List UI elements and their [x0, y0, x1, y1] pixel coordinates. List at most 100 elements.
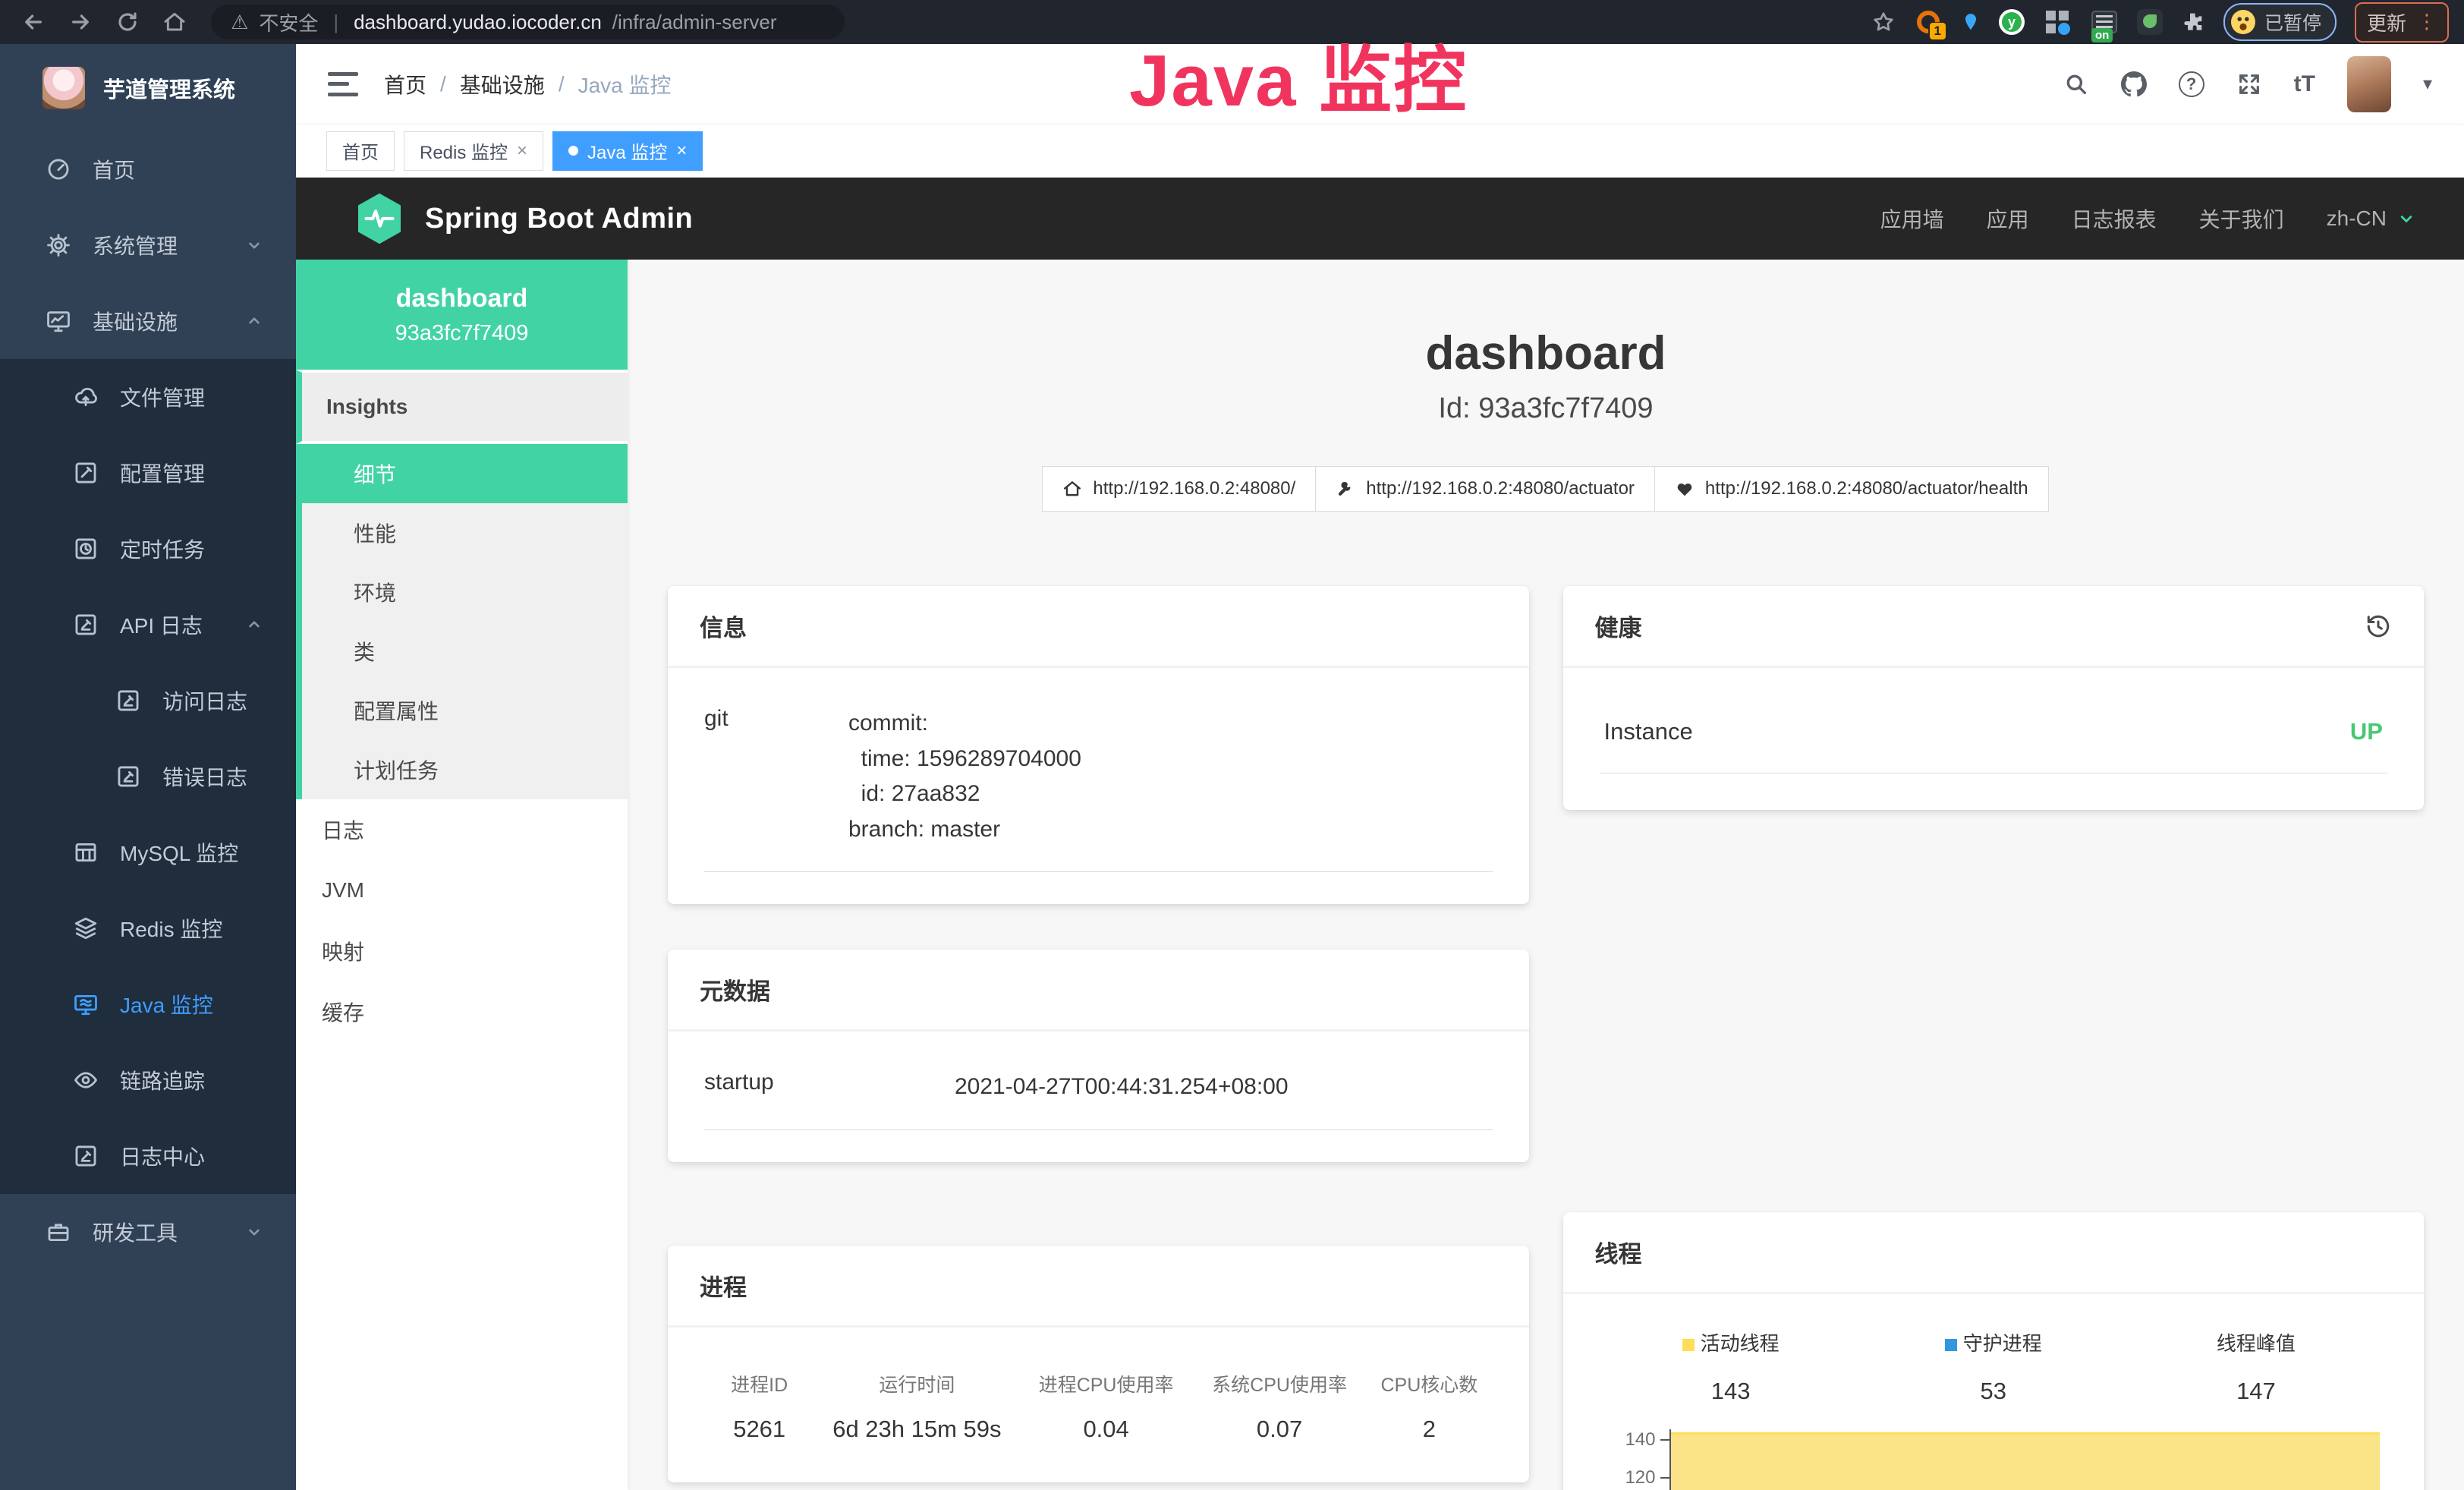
service-url-button[interactable]: http://192.168.0.2:48080/ — [1042, 466, 1316, 512]
sba-nav-applications[interactable]: 应用 — [1987, 203, 2029, 234]
browser-update-button[interactable]: 更新 ⋮ — [2355, 2, 2449, 43]
heart-icon — [1675, 479, 1695, 499]
process-table: 进程ID 运行时间 进程CPU使用率 系统CPU使用率 CPU核心数 — [704, 1366, 1493, 1451]
help-icon[interactable]: ? — [2179, 71, 2204, 97]
sidebar-item-scheduled-tasks[interactable]: 定时任务 — [0, 511, 296, 587]
user-menu-caret-icon[interactable]: ▾ — [2423, 73, 2432, 95]
sidebar-item-log-center[interactable]: 日志中心 — [0, 1118, 296, 1194]
process-col-cpus: CPU核心数 — [1366, 1366, 1492, 1413]
sidebar-item-error-logs[interactable]: 错误日志 — [0, 739, 296, 814]
breadcrumb-home[interactable]: 首页 — [384, 69, 426, 99]
sidebar-item-config-mgmt[interactable]: 配置管理 — [0, 435, 296, 511]
sidebar-item-java-monitor[interactable]: Java 监控 — [0, 966, 296, 1042]
browser-back-icon[interactable] — [21, 10, 46, 34]
not-secure-label: 不安全 — [259, 8, 318, 36]
tag-java-monitor[interactable]: Java 监控 × — [552, 131, 703, 171]
extension-grid-icon[interactable] — [2043, 8, 2072, 36]
nav-item-mappings[interactable]: 映射 — [296, 921, 628, 981]
health-row-label: Instance — [1604, 718, 1693, 745]
process-col-system-cpu: 系统CPU使用率 — [1193, 1366, 1366, 1413]
extension-pin-icon[interactable] — [1961, 10, 1981, 34]
actuator-url-button[interactable]: http://192.168.0.2:48080/actuator — [1315, 466, 1655, 512]
cards-right-column: 健康 Instance UP — [1563, 586, 2425, 1490]
legend-daemon-threads: 守护进程 — [1862, 1328, 2125, 1356]
sidebar-item-infrastructure[interactable]: 基础设施 — [0, 283, 296, 359]
close-icon[interactable]: × — [676, 140, 687, 162]
sba-nav-journal[interactable]: 日志报表 — [2072, 203, 2157, 234]
breadcrumb-infrastructure[interactable]: 基础设施 — [460, 69, 545, 99]
insight-item-config-props[interactable]: 配置属性 — [296, 681, 628, 740]
process-pid: 5261 — [704, 1413, 814, 1451]
sba-nav-wallboard[interactable]: 应用墙 — [1880, 203, 1944, 234]
sidebar-item-redis-monitor[interactable]: Redis 监控 — [0, 890, 296, 966]
page-title: dashboard — [628, 326, 2464, 380]
address-bar[interactable]: ⚠ 不安全 | dashboard.yudao.iocoder.cn/infra… — [211, 5, 845, 39]
sidebar-item-tracing[interactable]: 链路追踪 — [0, 1042, 296, 1118]
user-avatar[interactable] — [2347, 56, 2391, 112]
log-icon — [73, 1143, 99, 1169]
ytick-140: 140 — [1625, 1429, 1655, 1451]
github-icon[interactable] — [2121, 71, 2147, 97]
insight-item-details[interactable]: 细节 — [296, 444, 628, 503]
sidebar-item-dev-tools[interactable]: 研发工具 — [0, 1194, 296, 1270]
health-url-button[interactable]: http://192.168.0.2:48080/actuator/health — [1654, 466, 2049, 512]
process-card: 进程 进程ID 运行时间 进程CPU使用率 系统C — [668, 1246, 1529, 1482]
health-card-body: Instance UP — [1563, 668, 2425, 810]
sba-nav-about[interactable]: 关于我们 — [2199, 203, 2284, 234]
sidebar-item-api-logs[interactable]: API 日志 — [0, 587, 296, 663]
insight-item-environment[interactable]: 环境 — [296, 562, 628, 622]
sidebar-item-system-mgmt[interactable]: 系统管理 — [0, 207, 296, 283]
health-instance-row[interactable]: Instance UP — [1600, 712, 2388, 773]
instance-sidebar: dashboard 93a3fc7f7409 Insights 细节 性能 环境… — [296, 260, 628, 1490]
browser-home-icon[interactable] — [162, 10, 187, 34]
extension-orange-icon[interactable]: 1 — [1914, 8, 1943, 36]
sidebar-item-access-logs[interactable]: 访问日志 — [0, 663, 296, 739]
instance-header[interactable]: dashboard 93a3fc7f7409 — [296, 260, 628, 370]
update-label: 更新 — [2367, 8, 2406, 36]
hamburger-icon[interactable] — [328, 72, 358, 96]
browser-reload-icon[interactable] — [115, 10, 140, 34]
nav-item-caches[interactable]: 缓存 — [296, 981, 628, 1042]
instance-name: dashboard — [396, 284, 528, 313]
nav-item-jvm[interactable]: JVM — [296, 860, 628, 921]
profile-paused-chip[interactable]: 已暂停 — [2223, 3, 2337, 41]
process-uptime: 6d 23h 15m 59s — [814, 1413, 1019, 1451]
cpu-cores: 2 — [1366, 1413, 1492, 1451]
extension-green-icon[interactable]: y — [1999, 9, 2025, 35]
sidebar-item-home[interactable]: 首页 — [0, 131, 296, 207]
history-icon[interactable] — [2365, 613, 2392, 640]
info-key: git — [704, 706, 848, 847]
sidebar-item-file-mgmt[interactable]: 文件管理 — [0, 359, 296, 435]
sba-brand: Spring Boot Admin — [425, 203, 693, 235]
tag-redis-monitor[interactable]: Redis 监控 × — [404, 131, 543, 171]
tag-home[interactable]: 首页 — [326, 131, 395, 171]
sba-nav: 应用墙 应用 日志报表 关于我们 zh-CN — [1880, 203, 2417, 234]
wrench-icon — [1336, 479, 1355, 499]
extensions-puzzle-icon[interactable] — [2181, 10, 2205, 34]
log-icon — [115, 688, 141, 713]
search-icon[interactable] — [2063, 71, 2089, 97]
active-tag-dot — [568, 146, 578, 156]
browser-menu-kebab-icon[interactable]: ⋮ — [2417, 16, 2437, 28]
insight-item-metrics[interactable]: 性能 — [296, 503, 628, 562]
sba-locale-select[interactable]: zh-CN — [2327, 206, 2417, 231]
bookmark-star-icon[interactable] — [1871, 10, 1896, 34]
brand-row[interactable]: 芋道管理系统 — [0, 44, 296, 131]
close-icon[interactable]: × — [517, 140, 527, 162]
threads-chart-plot — [1669, 1429, 2388, 1490]
text-size-icon[interactable]: tT — [2294, 71, 2315, 97]
process-values-row: 5261 6d 23h 15m 59s 0.04 0.07 2 — [704, 1413, 1493, 1451]
log-icon — [73, 612, 99, 638]
extension-list-icon[interactable]: on — [2090, 8, 2119, 36]
nav-item-logs[interactable]: 日志 — [296, 799, 628, 860]
insight-item-classes[interactable]: 类 — [296, 622, 628, 681]
extension-leaf-icon[interactable] — [2137, 9, 2163, 35]
insight-item-scheduled-tasks[interactable]: 计划任务 — [296, 740, 628, 799]
metadata-row-startup: startup 2021-04-27T00:44:31.254+08:00 — [704, 1069, 1493, 1130]
extension-on-badge: on — [2091, 28, 2113, 43]
sidebar-item-mysql-monitor[interactable]: MySQL 监控 — [0, 814, 296, 890]
ytick-120: 120 — [1625, 1467, 1655, 1488]
browser-forward-icon[interactable] — [68, 10, 93, 34]
fullscreen-icon[interactable] — [2236, 71, 2262, 97]
metadata-card-body: startup 2021-04-27T00:44:31.254+08:00 — [668, 1032, 1529, 1162]
